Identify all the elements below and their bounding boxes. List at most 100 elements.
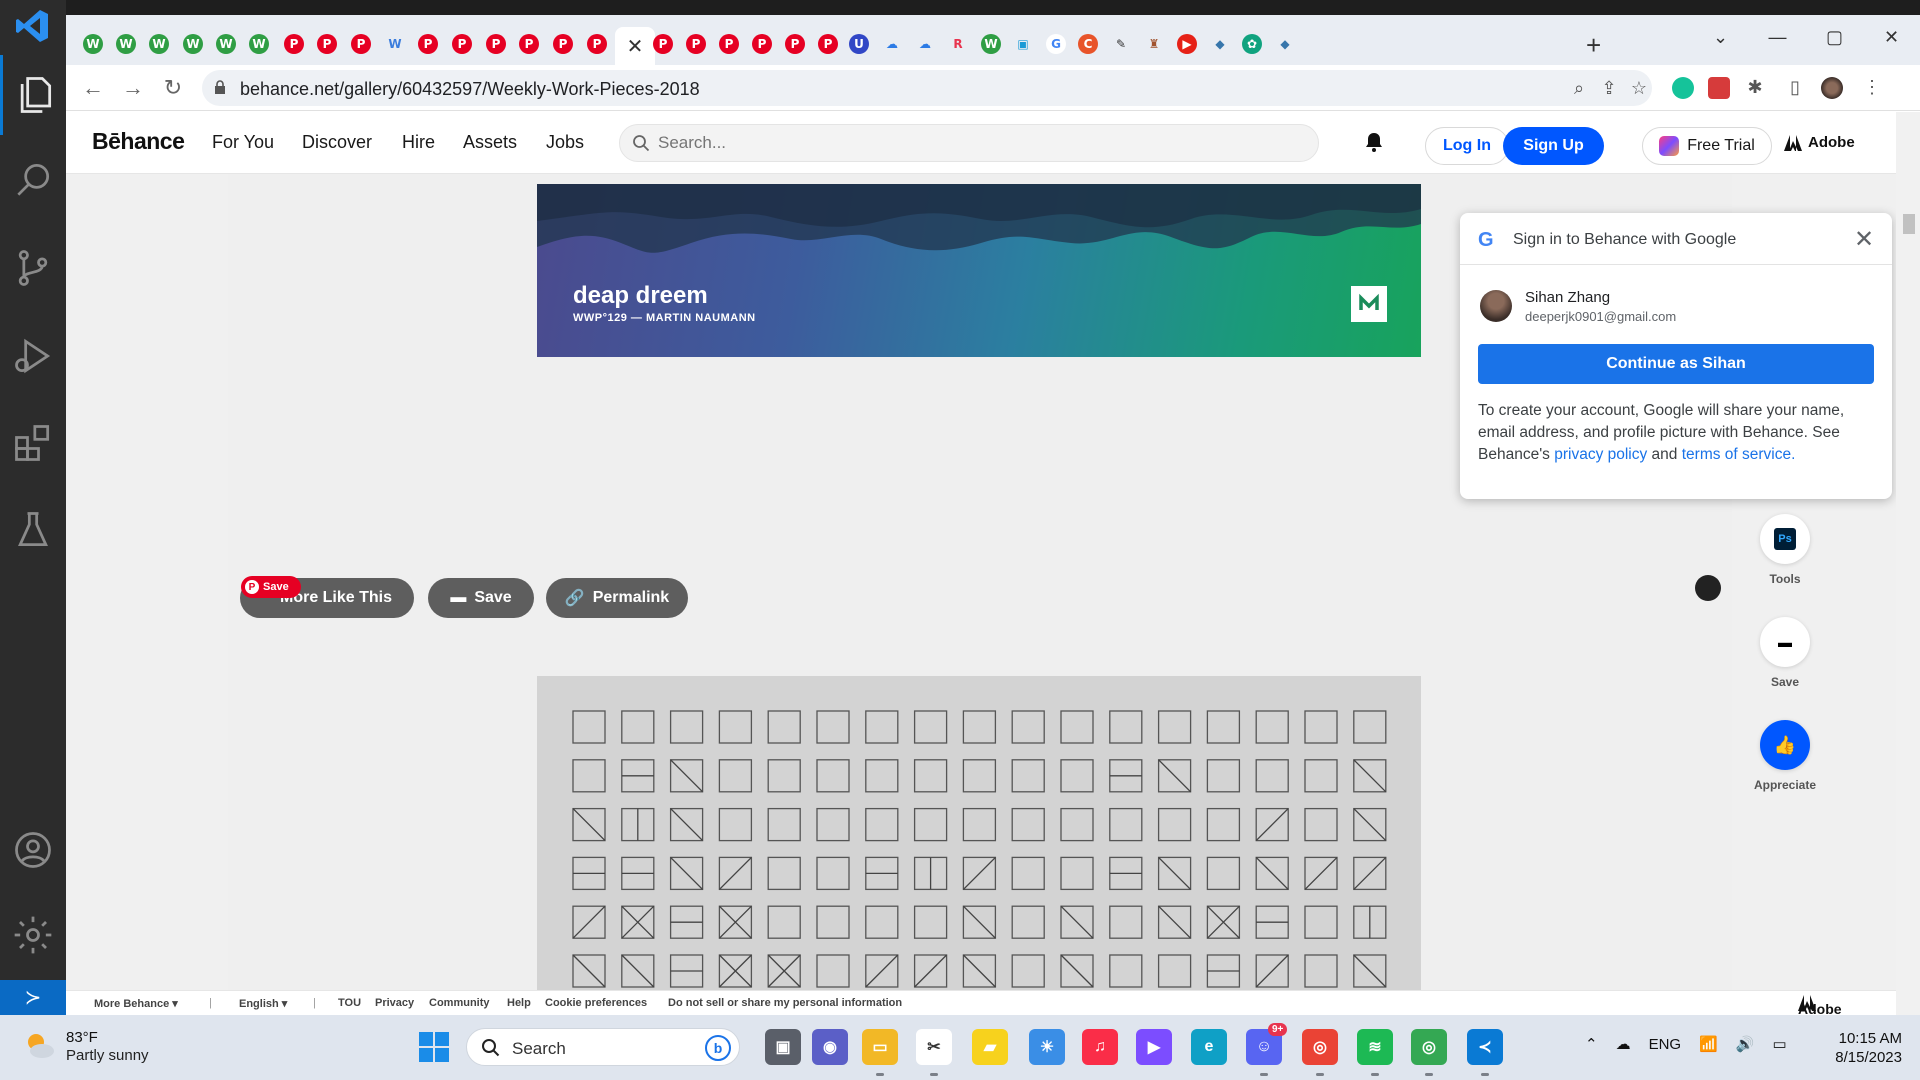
minimize-button[interactable]: — (1749, 15, 1806, 59)
run-debug-icon[interactable] (0, 316, 66, 396)
tools-button[interactable]: Ps (1760, 514, 1810, 564)
address-bar[interactable]: behance.net/gallery/60432597/Weekly-Work… (202, 70, 1652, 106)
vscode-icon[interactable]: ≺ (1467, 1029, 1503, 1065)
page-scrollbar[interactable] (1896, 112, 1920, 1015)
login-button[interactable]: Log In (1425, 127, 1509, 165)
permalink-button[interactable]: 🔗 Permalink (546, 578, 688, 618)
weather-widget[interactable]: 83°F Partly sunny (22, 1029, 149, 1065)
volume-icon[interactable]: 🔊 (1736, 1035, 1755, 1053)
browser-tab[interactable]: ▶ (1172, 29, 1202, 59)
menu-kebab-icon[interactable]: ⋮ (1861, 77, 1883, 99)
browser-tab[interactable]: ▣ (1008, 29, 1038, 59)
spotify-icon[interactable]: ≋ (1357, 1029, 1393, 1065)
side-panel-icon[interactable]: ▯ (1784, 77, 1806, 99)
browser-tab[interactable]: W (211, 29, 241, 59)
browser-tab[interactable]: ◆ (1205, 29, 1235, 59)
browser-tab[interactable]: ✎ (1106, 29, 1136, 59)
free-trial-button[interactable]: Free Trial (1642, 127, 1772, 165)
bing-icon[interactable]: b (705, 1035, 731, 1061)
testing-icon[interactable] (0, 490, 66, 570)
search-icon[interactable] (0, 140, 66, 220)
browser-tab[interactable]: W (976, 29, 1006, 59)
taskbar-search[interactable]: Search b (466, 1028, 740, 1066)
nav-jobs[interactable]: Jobs (546, 132, 584, 153)
weather-app-icon[interactable]: ☀ (1029, 1029, 1065, 1065)
footer-adobe-link[interactable]: Adobe (1798, 995, 1842, 1015)
browser-tab[interactable]: W (244, 29, 274, 59)
windows-start-icon[interactable] (419, 1032, 449, 1062)
browser-tab[interactable]: P (548, 29, 578, 59)
footer-link-help[interactable]: Help (507, 997, 531, 1009)
url-text[interactable]: behance.net/gallery/60432597/Weekly-Work… (240, 79, 700, 100)
profile-avatar[interactable] (1821, 77, 1843, 99)
browser-tab[interactable]: W (78, 29, 108, 59)
browser-tab[interactable]: W (380, 29, 410, 59)
grammarly-icon[interactable] (1672, 77, 1694, 99)
browser-tab[interactable]: ☁ (877, 29, 907, 59)
google-lens-icon[interactable] (1695, 575, 1721, 601)
extension-red-icon[interactable] (1708, 77, 1730, 99)
adobe-link[interactable]: Adobe (1784, 134, 1855, 151)
browser-tab[interactable]: P (582, 29, 612, 59)
teams-meet-icon[interactable]: ◉ (812, 1029, 848, 1065)
apple-music-icon[interactable]: ♫ (1082, 1029, 1118, 1065)
forward-arrow-icon[interactable]: → (120, 75, 146, 101)
zoom-icon[interactable]: ⌕ (1568, 78, 1590, 100)
bookmark-star-icon[interactable]: ☆ (1628, 78, 1650, 100)
browser-tab[interactable]: P (813, 29, 843, 59)
show-hidden-icons-chevron-icon[interactable]: ⌃ (1585, 1035, 1598, 1053)
save-button[interactable]: ▬ Save (428, 578, 534, 618)
browser-tab[interactable]: P (714, 29, 744, 59)
clipchamp-icon[interactable]: ▶ (1136, 1029, 1172, 1065)
browser-tab[interactable]: ♜ (1139, 29, 1169, 59)
browser-tab[interactable]: ◆ (1270, 29, 1300, 59)
close-window-button[interactable]: ✕ (1863, 15, 1920, 59)
onedrive-offline-icon[interactable]: ☁ (1616, 1035, 1631, 1053)
file-explorer-icon[interactable]: ▭ (862, 1029, 898, 1065)
nav-hire[interactable]: Hire (402, 132, 435, 153)
settings-gear-icon[interactable] (0, 895, 66, 975)
browser-tab[interactable]: P (312, 29, 342, 59)
input-language[interactable]: ENG (1649, 1036, 1682, 1053)
terms-link[interactable]: terms of service (1682, 446, 1791, 463)
edge-icon[interactable]: e (1191, 1029, 1227, 1065)
scroll-thumb[interactable] (1903, 214, 1915, 234)
extensions-puzzle-icon[interactable]: ✱ (1744, 77, 1766, 99)
browser-tab[interactable]: P (346, 29, 376, 59)
browser-tab[interactable]: W (144, 29, 174, 59)
browser-tab[interactable]: P (279, 29, 309, 59)
search-input[interactable] (658, 131, 1258, 155)
close-icon[interactable]: ✕ (1854, 225, 1874, 254)
continue-as-button[interactable]: Continue as Sihan (1478, 344, 1874, 384)
new-tab-button[interactable]: + (1586, 30, 1601, 61)
behance-logo[interactable]: Bēhance (92, 128, 185, 155)
footer-link-cookie-preferences[interactable]: Cookie preferences (545, 997, 647, 1009)
browser-tab[interactable]: W (111, 29, 141, 59)
tab-search-button[interactable]: ⌄ (1692, 15, 1749, 59)
close-tab-icon[interactable]: ✕ (627, 34, 644, 59)
clock[interactable]: 10:15 AM 8/15/2023 (1822, 1029, 1902, 1067)
browser-tab[interactable]: ☁ (910, 29, 940, 59)
browser-tab[interactable]: P (413, 29, 443, 59)
pinterest-save-button[interactable]: P Save (241, 576, 301, 598)
wifi-icon[interactable]: 📶 (1699, 1035, 1718, 1053)
privacy-policy-link[interactable]: privacy policy (1554, 446, 1647, 463)
lock-icon[interactable] (214, 80, 226, 94)
sticky-notes-icon[interactable]: ▰ (972, 1029, 1008, 1065)
footer-link-community[interactable]: Community (429, 997, 490, 1009)
signup-button[interactable]: Sign Up (1503, 127, 1604, 165)
explorer-icon[interactable] (0, 55, 66, 135)
browser-tab[interactable]: P (648, 29, 678, 59)
battery-icon[interactable]: ▭ (1772, 1035, 1786, 1053)
nav-for-you[interactable]: For You (212, 132, 274, 153)
behance-search[interactable] (619, 124, 1319, 162)
chrome-profile-icon[interactable]: ◎ (1411, 1029, 1447, 1065)
back-arrow-icon[interactable]: ← (80, 75, 106, 101)
browser-tab[interactable]: P (514, 29, 544, 59)
footer-link-tou[interactable]: TOU (338, 997, 361, 1009)
maximize-button[interactable]: ▢ (1806, 15, 1863, 59)
chrome-icon[interactable]: ◎ (1302, 1029, 1338, 1065)
nav-discover[interactable]: Discover (302, 132, 372, 153)
reload-icon[interactable]: ↻ (160, 75, 186, 101)
language-dropdown[interactable]: English ▾ (239, 997, 287, 1010)
